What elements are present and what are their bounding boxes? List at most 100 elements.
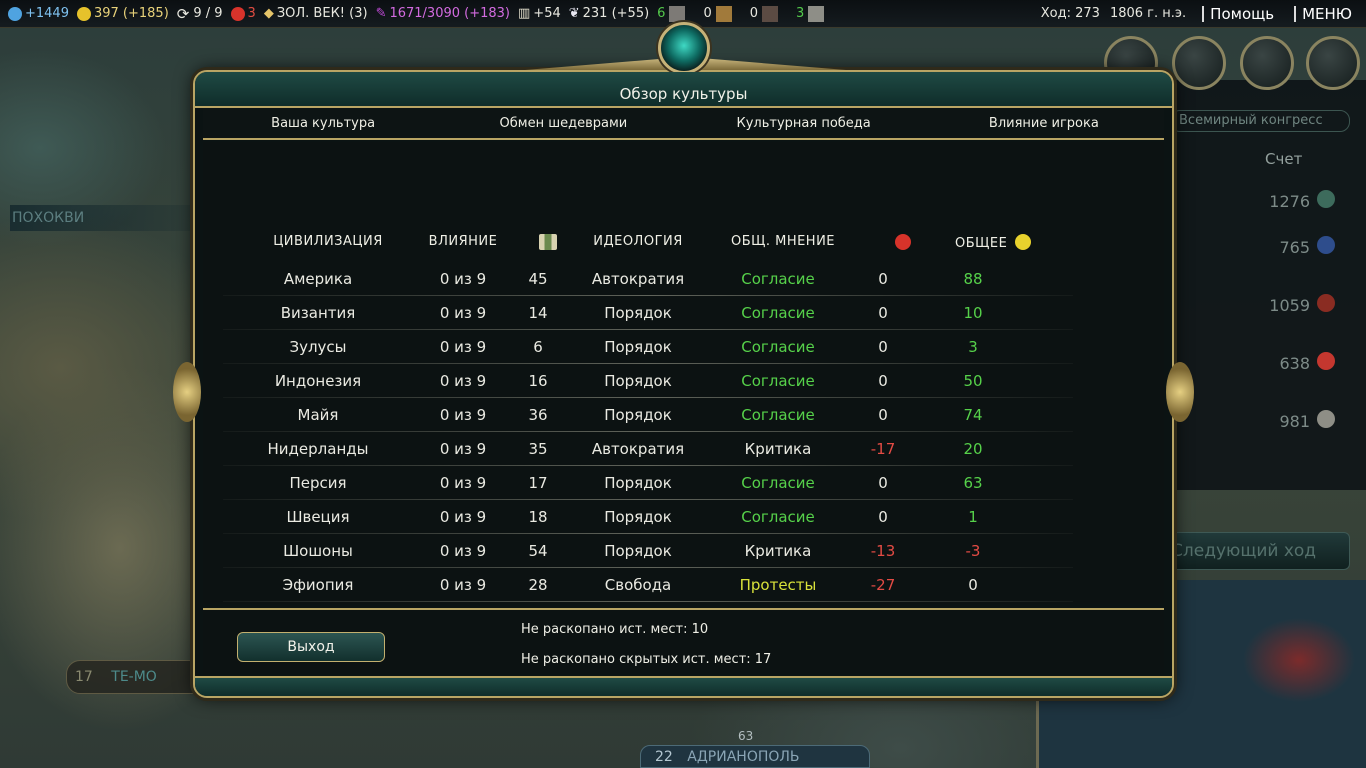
table-header: ЦИВИЛИЗАЦИЯ ВЛИЯНИЕ ИДЕОЛОГИЯ ОБЩ. МНЕНИ… [203, 234, 1164, 258]
resource-counter[interactable]: 3 [796, 5, 825, 22]
civ-badge-icon [1317, 294, 1335, 312]
column-header-civ[interactable]: ЦИВИЛИЗАЦИЯ [243, 234, 413, 249]
dialog-title: Обзор культуры [195, 72, 1172, 108]
cycle-icon: ⟳ [176, 4, 190, 23]
opinion-cell: Критика [744, 542, 812, 560]
table-row[interactable]: Зулусы 0 из 9 6 Порядок Согласие 0 3 [203, 332, 1164, 366]
score-value: 981 [1279, 412, 1310, 431]
table-row[interactable]: Майя 0 из 9 36 Порядок Согласие 0 74 [203, 400, 1164, 434]
score-value: 638 [1279, 354, 1310, 373]
tourism-cell: 17 [528, 474, 548, 492]
city-name: АДРИАНОПОЛЬ [687, 749, 800, 765]
influence-cell: 0 из 9 [439, 440, 487, 458]
advisor-button[interactable] [1172, 36, 1226, 90]
resource-counter[interactable]: 0 [703, 5, 732, 22]
resource-counter[interactable]: 0 [750, 5, 779, 22]
score-value: 1276 [1269, 192, 1310, 211]
unhappiness-cell: 0 [878, 372, 888, 390]
world-congress-button[interactable]: Всемирный конгресс [1170, 110, 1350, 132]
undug-sites-label: Не раскопано ист. мест: 10 [521, 622, 709, 637]
exit-button[interactable]: Выход [237, 632, 385, 662]
city-banner[interactable]: ПОХОКВИ [10, 205, 190, 231]
tourism-cell: 35 [528, 440, 548, 458]
unhappiness-cell: 0 [878, 304, 888, 322]
science-counter[interactable]: +1449 [8, 6, 69, 21]
opinion-cell: Согласие [741, 474, 815, 492]
divider [1294, 5, 1297, 22]
column-header-ideology[interactable]: ИДЕОЛОГИЯ [583, 234, 693, 249]
advisor-button[interactable] [1240, 36, 1294, 90]
civ-name-cell: Византия [280, 304, 356, 322]
culture-crest-icon [658, 22, 710, 74]
unhappy-face-icon[interactable] [888, 234, 918, 254]
influence-cell: 0 из 9 [439, 542, 487, 560]
tab-masterpiece-trade[interactable]: Обмен шедеврами [443, 108, 683, 138]
culture-victory-table: ЦИВИЛИЗАЦИЯ ВЛИЯНИЕ ИДЕОЛОГИЯ ОБЩ. МНЕНИ… [203, 142, 1164, 604]
civ-name-cell: Эфиопия [282, 576, 354, 594]
total-cell: 74 [963, 406, 983, 424]
civ-name-cell: Шошоны [283, 542, 353, 560]
ideology-cell: Автократия [591, 270, 685, 288]
dialog-bottom-frame [195, 676, 1172, 696]
resource-icon [669, 5, 686, 22]
year-label: 1806 г. н.э. [1109, 6, 1187, 21]
tourism-cell: 16 [528, 372, 548, 390]
table-row[interactable]: Швеция 0 из 9 18 Порядок Согласие 0 1 [203, 502, 1164, 536]
dialog-tabs: Ваша культура Обмен шедеврами Культурная… [203, 108, 1164, 140]
divider [1202, 5, 1205, 22]
unhappiness-counter[interactable]: 3 [230, 6, 256, 21]
opinion-cell: Согласие [741, 406, 815, 424]
tab-your-culture[interactable]: Ваша культура [203, 108, 443, 138]
column-header-opinion[interactable]: ОБЩ. МНЕНИЕ [708, 234, 858, 249]
tourism-icon[interactable] [533, 234, 563, 254]
resource-counter[interactable]: 6 [657, 5, 686, 22]
total-cell: 1 [968, 508, 978, 526]
opinion-cell: Согласие [741, 304, 815, 322]
golden-age-counter[interactable]: ◆ ЗОЛ. ВЕК! (3) [264, 6, 368, 21]
top-right-controls: Ход: 273 1806 г. н.э. Помощь МЕНЮ [1041, 5, 1366, 23]
influence-cell: 0 из 9 [439, 474, 487, 492]
city-banner[interactable]: 22 АДРИАНОПОЛЬ [640, 745, 870, 768]
total-cell: -3 [965, 542, 981, 560]
table-row[interactable]: Америка 0 из 9 45 Автократия Согласие 0 88 [203, 264, 1164, 298]
tourism-counter[interactable]: ▥ +54 [518, 6, 561, 21]
table-row[interactable]: Шошоны 0 из 9 54 Порядок Критика -13 -3 [203, 536, 1164, 570]
table-row[interactable]: Эфиопия 0 из 9 28 Свобода Протесты -27 0 [203, 570, 1164, 604]
opinion-cell: Протесты [739, 576, 817, 594]
tab-player-influence[interactable]: Влияние игрока [924, 108, 1164, 138]
unhappiness-cell: 0 [878, 270, 888, 288]
civ-name-cell: Зулусы [289, 338, 347, 356]
opinion-cell: Согласие [741, 372, 815, 390]
gold-counter[interactable]: 397 (+185) [76, 6, 169, 21]
world-congress-icon[interactable] [1306, 36, 1360, 90]
ideology-cell: Порядок [604, 508, 672, 526]
faith-counter[interactable]: ❦ 231 (+55) [569, 6, 649, 21]
dialog-ornament [1166, 362, 1194, 422]
civ-badge-icon [1317, 190, 1335, 208]
ideology-cell: Порядок [604, 304, 672, 322]
golden-age-icon: ◆ [263, 6, 274, 21]
tab-culture-victory[interactable]: Культурная победа [684, 108, 924, 138]
table-row[interactable]: Нидерланды 0 из 9 35 Автократия Критика -17 20 [203, 434, 1164, 468]
ideology-cell: Свобода [604, 576, 672, 594]
faith-icon: ❦ [568, 6, 580, 21]
city-banner[interactable]: 17 ТЕ-МО [66, 660, 206, 694]
civ-name-cell: Америка [283, 270, 353, 288]
culture-counter[interactable]: ✎ 1671/3090 (+183) [376, 6, 510, 21]
column-header-influence[interactable]: ВЛИЯНИЕ [418, 234, 508, 249]
help-button[interactable]: Помощь [1210, 5, 1274, 23]
menu-button[interactable]: МЕНЮ [1302, 5, 1352, 23]
opinion-cell: Критика [744, 440, 812, 458]
influence-cell: 0 из 9 [439, 576, 487, 594]
table-row[interactable]: Персия 0 из 9 17 Порядок Согласие 0 63 [203, 468, 1164, 502]
total-cell: 88 [963, 270, 983, 288]
influence-cell: 0 из 9 [439, 304, 487, 322]
column-header-total[interactable]: ОБЩЕЕ [943, 234, 1043, 251]
total-cell: 20 [963, 440, 983, 458]
influence-cell: 0 из 9 [439, 372, 487, 390]
turn-cycle-counter[interactable]: ⟳ 9 / 9 [177, 5, 223, 23]
table-row[interactable]: Византия 0 из 9 14 Порядок Согласие 0 10 [203, 298, 1164, 332]
table-row[interactable]: Индонезия 0 из 9 16 Порядок Согласие 0 50 [203, 366, 1164, 400]
next-turn-button[interactable]: Следующий ход [1160, 532, 1350, 570]
tourism-cell: 28 [528, 576, 548, 594]
